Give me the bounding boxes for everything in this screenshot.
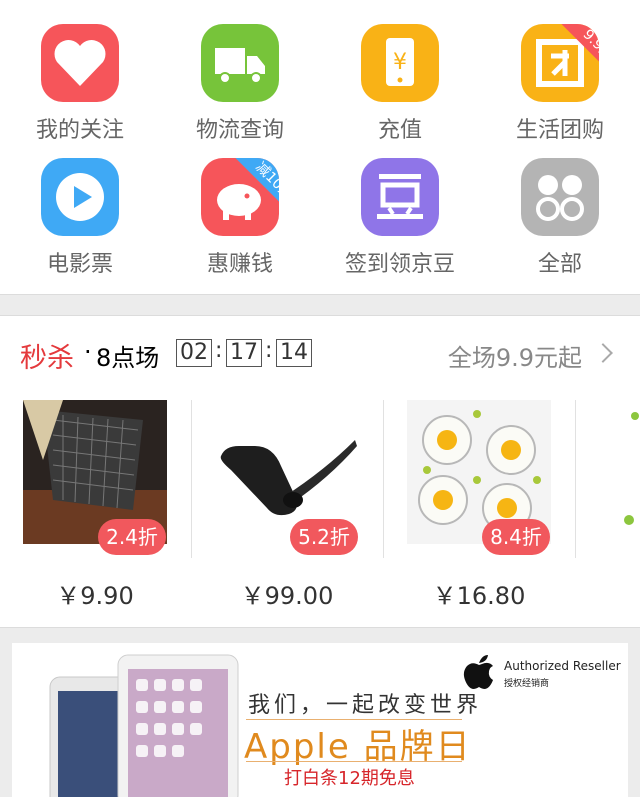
play-icon [41,158,119,236]
flash-sale-section: 秒杀 · 8点场 02 : 17 : 14 全场9.9元起 2.4折 ￥9.90 [0,315,640,628]
authorized-reseller-text: Authorized Reseller [504,659,621,673]
quick-icon-grid: 我的关注 物流查询 ¥ 充值 9.9元 生活团购 电影票 减10元 惠赚钱 签到… [0,0,640,295]
all-circles-icon [521,158,599,236]
bean-icon [361,158,439,236]
authorized-reseller-cn: 授权经销商 [504,679,550,689]
quick-item-label: 惠赚钱 [206,252,273,277]
banner-offer: 打白条12期免息 [284,768,415,789]
promo-banner[interactable]: Authorized Reseller 授权经销商 我们，一起改变世界 Appl… [12,643,628,797]
product-price: ￥99.00 [240,582,334,610]
apple-logo-icon [463,655,493,689]
quick-item-movie[interactable]: 电影票 [0,0,160,277]
banner-slogan: 我们，一起改变世界 [248,693,483,718]
ipad-image [49,654,239,797]
divider [246,761,462,762]
product-price-wrap: ￥99.00 [192,316,382,610]
quick-item-earn[interactable]: 减10元 惠赚钱 [160,0,320,277]
quick-item-label: 电影票 [46,252,113,277]
product-price: ￥16.80 [432,582,526,610]
product-price: ￥9.90 [56,582,134,610]
product-price-wrap: ￥ [576,316,640,542]
quick-item-label: 全部 [537,252,582,277]
product-price-wrap: ￥16.80 [384,316,574,610]
quick-item-label: 签到领京豆 [344,252,455,277]
product-price-wrap: ￥9.90 [0,316,190,610]
quick-item-all[interactable]: 全部 [480,0,640,277]
quick-item-checkin[interactable]: 签到领京豆 [320,0,480,277]
piggy-bank-icon: 减10元 [201,158,279,236]
